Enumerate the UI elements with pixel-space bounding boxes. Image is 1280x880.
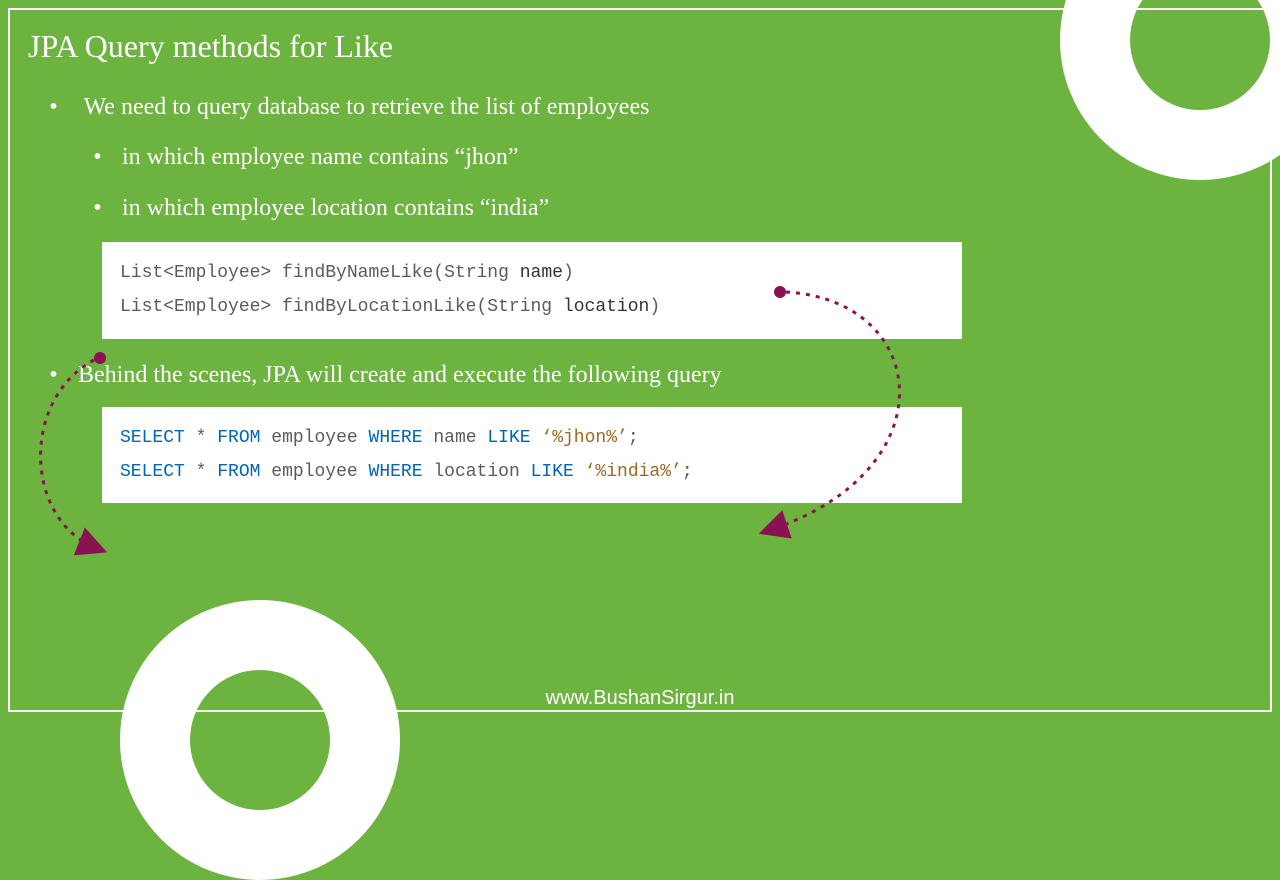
sql-star: * [196,462,207,482]
sql-keyword: LIKE [531,462,574,482]
code-line: List<Employee> findByLocationLike(String… [120,290,944,324]
bullet-list: We need to query database to retrieve th… [78,91,1252,224]
sub-bullet-item: in which employee name contains “jhon” [122,141,1252,173]
sql-code-box: SELECT * FROM employee WHERE name LIKE ‘… [102,407,962,503]
sql-column: location [433,462,519,482]
slide-title: JPA Query methods for Like [28,28,1252,65]
sub-bullet-list: in which employee name contains “jhon” i… [122,141,1252,224]
sql-keyword: FROM [217,462,260,482]
code-line: List<Employee> findByNameLike(String nam… [120,256,944,290]
sql-semi: ; [682,462,693,482]
java-code-box: List<Employee> findByNameLike(String nam… [102,242,962,338]
sub-bullet-item: in which employee location contains “ind… [122,192,1252,224]
bullet-text: We need to query database to retrieve th… [84,94,650,120]
return-type: List<Employee> [120,263,271,283]
sql-semi: ; [628,428,639,448]
footer-url: www.BushanSirgur.in [0,687,1280,710]
sql-keyword: SELECT [120,428,185,448]
method-name: findByLocationLike [282,297,476,317]
slide-frame: JPA Query methods for Like We need to qu… [8,8,1272,712]
param-name: name [520,263,563,283]
return-type: List<Employee> [120,297,271,317]
param-type: String [444,263,509,283]
sql-keyword: LIKE [487,428,530,448]
param-name: location [563,297,649,317]
param-type: String [487,297,552,317]
bullet-item: We need to query database to retrieve th… [78,91,1252,224]
method-name: findByNameLike [282,263,433,283]
code-line: SELECT * FROM employee WHERE location LI… [120,455,944,489]
bullet-list-2: Behind the scenes, JPA will create and e… [78,359,1252,391]
bullet-item: Behind the scenes, JPA will create and e… [78,359,1252,391]
sql-keyword: WHERE [369,462,423,482]
code-line: SELECT * FROM employee WHERE name LIKE ‘… [120,421,944,455]
sql-column: name [433,428,476,448]
sql-keyword: SELECT [120,462,185,482]
sql-table: employee [271,428,357,448]
sql-keyword: FROM [217,428,260,448]
sql-table: employee [271,462,357,482]
sql-value: ‘%jhon%’ [541,428,627,448]
sql-keyword: WHERE [369,428,423,448]
sql-value: ‘%india%’ [585,462,682,482]
sql-star: * [196,428,207,448]
